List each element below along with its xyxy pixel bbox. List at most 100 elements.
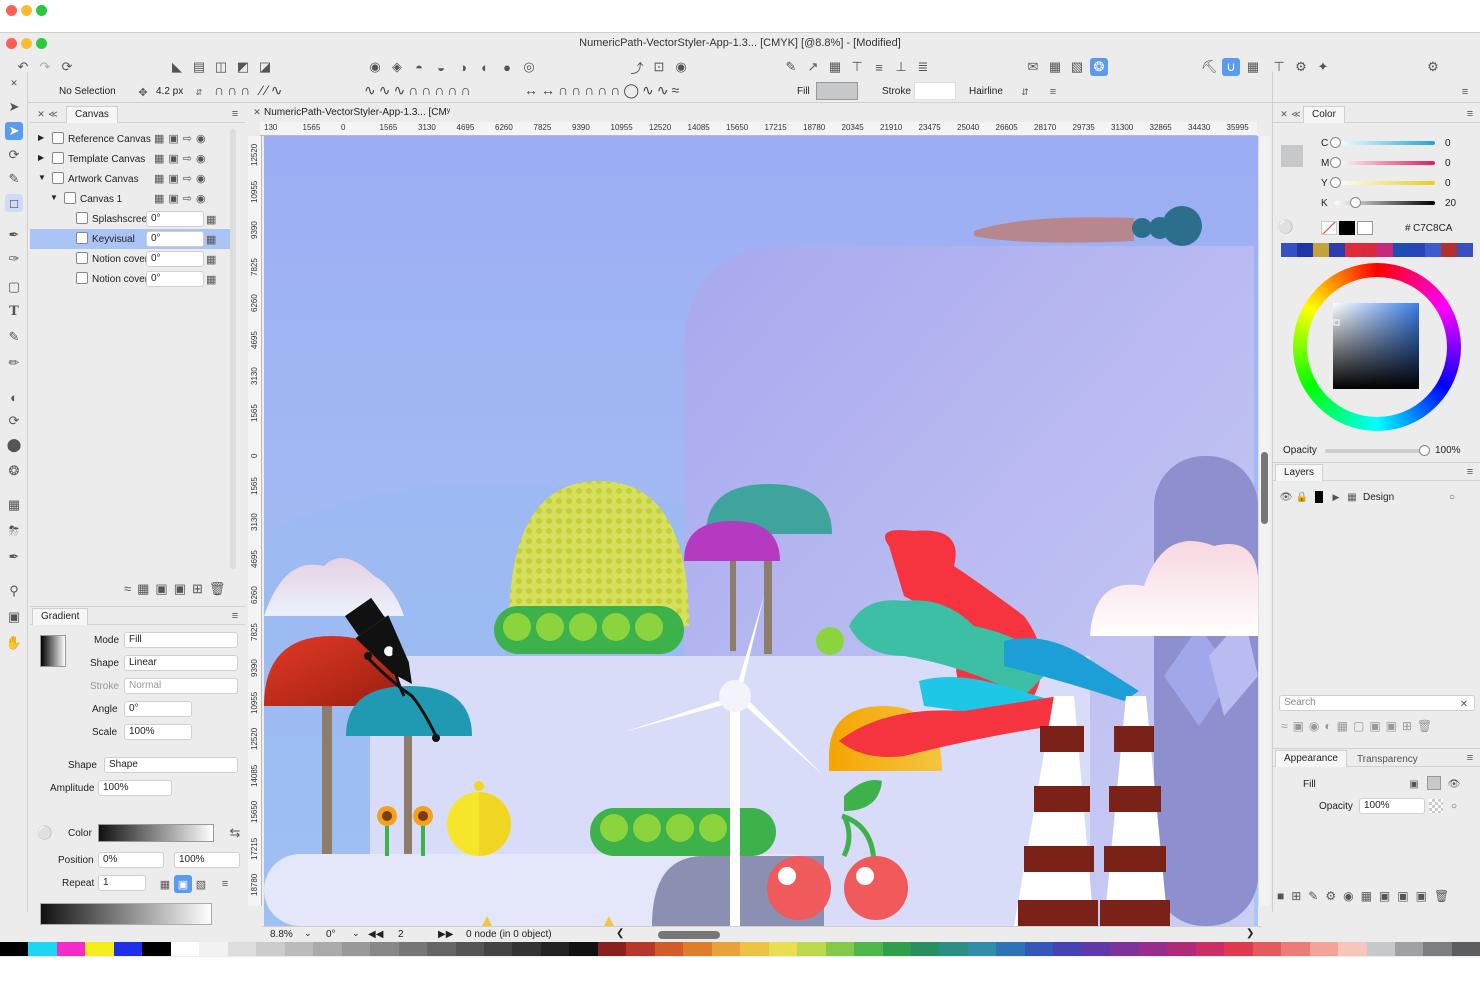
close-window-button[interactable] [6,38,17,49]
fill-swatch[interactable] [816,82,858,100]
next-page-icon[interactable]: ▶▶ [438,929,453,940]
gradient-options-icon[interactable]: ≡ [216,875,234,893]
redo-icon[interactable]: ↷ [36,58,54,76]
opacity-slider[interactable] [1325,449,1425,453]
repeat-none-icon[interactable]: ▦ [156,875,174,893]
layers-actions[interactable]: ≈▣◉◐▦▢▣▣⊞🗑 [1281,719,1477,737]
palette-swatch[interactable] [1195,942,1225,956]
palette-swatch[interactable] [1309,942,1339,956]
color-blend-icon[interactable]: ❂ [1090,58,1108,76]
hatch-icon[interactable]: ▧ [1068,58,1086,76]
canvas-tree-item[interactable]: ▼ Canvas 1 ▦▣⇨◉ [30,189,230,209]
vertical-ruler[interactable]: 12520 10955 9390 7825 6260 4695 3130 1565 0 1565 3… [248,136,262,906]
horizontal-scroll-thumb[interactable] [658,931,720,939]
canvas-tree-item[interactable]: ▶ Reference Canvas ▦▣⇨◉ [30,129,230,149]
chevron-updown-icon[interactable]: ⇵ [1016,83,1034,101]
mesh-tool-icon[interactable]: ▦ [5,496,23,514]
channel-value[interactable]: 0 [1445,158,1451,169]
palette-swatch[interactable] [512,942,541,956]
align-center-icon[interactable]: ▤ [190,58,208,76]
close-window-button[interactable] [6,5,17,16]
palette-swatch[interactable] [1081,942,1111,956]
chevron-down-icon[interactable]: ⌄ [352,928,360,939]
stroke-style-select[interactable]: Hairline [969,86,1003,97]
zoom-window-button[interactable] [36,5,47,16]
recent-swatch[interactable] [1361,243,1377,257]
transform-tool-icon[interactable]: ✎ [5,170,23,188]
vertical-scroll-thumb[interactable] [1261,452,1268,524]
artboard-tool-icon[interactable]: ▣ [5,608,23,626]
recent-swatch[interactable] [1425,243,1441,257]
palette-swatch[interactable] [654,942,684,956]
palette-swatch[interactable] [170,942,200,956]
channel-value[interactable]: 0 [1445,138,1451,149]
palette-swatch[interactable] [597,942,627,956]
appearance-actions[interactable]: ■⊞✎⚙◉▦▣▣▣🗑 [1277,889,1477,907]
canvas-item-label[interactable]: Splashscreen [92,214,153,225]
align-middle-icon[interactable]: ≡ [870,58,888,76]
canvas-item-label[interactable]: Notion cover [92,254,148,265]
eyedropper-icon[interactable]: ⚪ [1277,218,1295,236]
palette-swatch[interactable] [854,942,883,956]
gradient-bar[interactable] [98,824,214,842]
canvas-item-label[interactable]: Template Canvas [68,154,145,165]
tab-appearance[interactable]: Appearance [1275,750,1347,767]
canvas-tree-item[interactable]: ▶ Template Canvas ▦▣⇨◉ [30,149,230,169]
zoom-tool-icon[interactable]: ⚲ [5,582,23,600]
tab-transparency[interactable]: Transparency [1357,754,1418,765]
palette-swatch[interactable] [28,942,57,956]
panel-menu-icon[interactable]: ≡ [1461,105,1479,123]
hex-input[interactable]: C7C8CA [1413,223,1452,234]
channel-slider[interactable] [1335,181,1435,185]
mesh-icon[interactable]: ▦ [1046,58,1064,76]
palette-swatch[interactable] [768,942,798,956]
path-tool-icon[interactable]: ⤴ [628,58,646,76]
recent-swatch[interactable] [1281,243,1297,257]
palette-swatch[interactable] [1281,942,1310,956]
palette-swatch[interactable] [1138,942,1168,956]
magnet-icon[interactable]: ∪ [1222,58,1240,76]
palette-swatch[interactable] [740,942,769,956]
boolean-intersect-icon[interactable]: ◓ [410,58,428,76]
tab-color[interactable]: Color [1303,106,1345,123]
eye-icon[interactable]: 👁 [1445,775,1463,793]
snap-grid-icon[interactable]: ▦ [1244,58,1262,76]
horizontal-ruler[interactable]: 130 1565 0 1565 3130 4695 6260 7825 9390 10955 125… [260,122,1257,136]
palette-swatch[interactable] [1167,942,1196,956]
canvas-item-label[interactable]: Artwork Canvas [68,174,139,185]
rotation-select[interactable]: 0° [326,929,336,940]
canvas-actions[interactable]: ▦▣⇨◉ [154,132,210,145]
rotate-tool-icon[interactable]: ⟳ [5,412,23,430]
opacity-knob[interactable] [1419,445,1430,456]
grid-icon[interactable]: ▦ [206,213,216,226]
palette-swatch[interactable] [1366,942,1395,956]
palette-swatch[interactable] [569,942,598,956]
canvas-angle-select[interactable]: 0° [146,271,204,287]
palette-swatch[interactable] [1252,942,1282,956]
page-number[interactable]: 2 [398,929,404,940]
canvas-item-label[interactable]: Notion cover [92,274,148,285]
distribute-icon[interactable]: ≣ [914,58,932,76]
transform-icon[interactable]: ◩ [234,58,252,76]
path-tools-group[interactable]: ∩∩∩ ⁄⁄∿ [214,82,285,99]
stroke-options-icon[interactable]: ≡ [1044,83,1062,101]
layer-row[interactable]: 👁 🔒 ▶ ▦ Design ○ [1273,487,1480,507]
angle-input[interactable]: 0° [124,701,192,717]
white-swatch[interactable] [1357,221,1373,235]
recent-swatch[interactable] [1313,243,1329,257]
panel-menu-icon[interactable]: ≡ [1461,463,1479,481]
opacity-value[interactable]: 100% [1435,445,1461,456]
gradient-preview[interactable] [40,635,66,667]
zoom-window-button[interactable] [36,38,47,49]
boolean-subtract-icon[interactable]: ◈ [388,58,406,76]
palette-swatch[interactable] [85,942,114,956]
boolean-union-icon[interactable]: ◉ [366,58,384,76]
palette-swatch[interactable] [1451,942,1480,956]
repeat-reflect-icon[interactable]: ▣ [174,875,192,893]
amplitude-input[interactable]: 100% [98,780,172,796]
palette-swatch[interactable] [1423,942,1452,956]
palette-swatch[interactable] [142,942,171,956]
target-icon[interactable]: ○ [1443,488,1461,506]
channel-value[interactable]: 20 [1445,198,1456,209]
recent-swatch[interactable] [1409,243,1425,257]
